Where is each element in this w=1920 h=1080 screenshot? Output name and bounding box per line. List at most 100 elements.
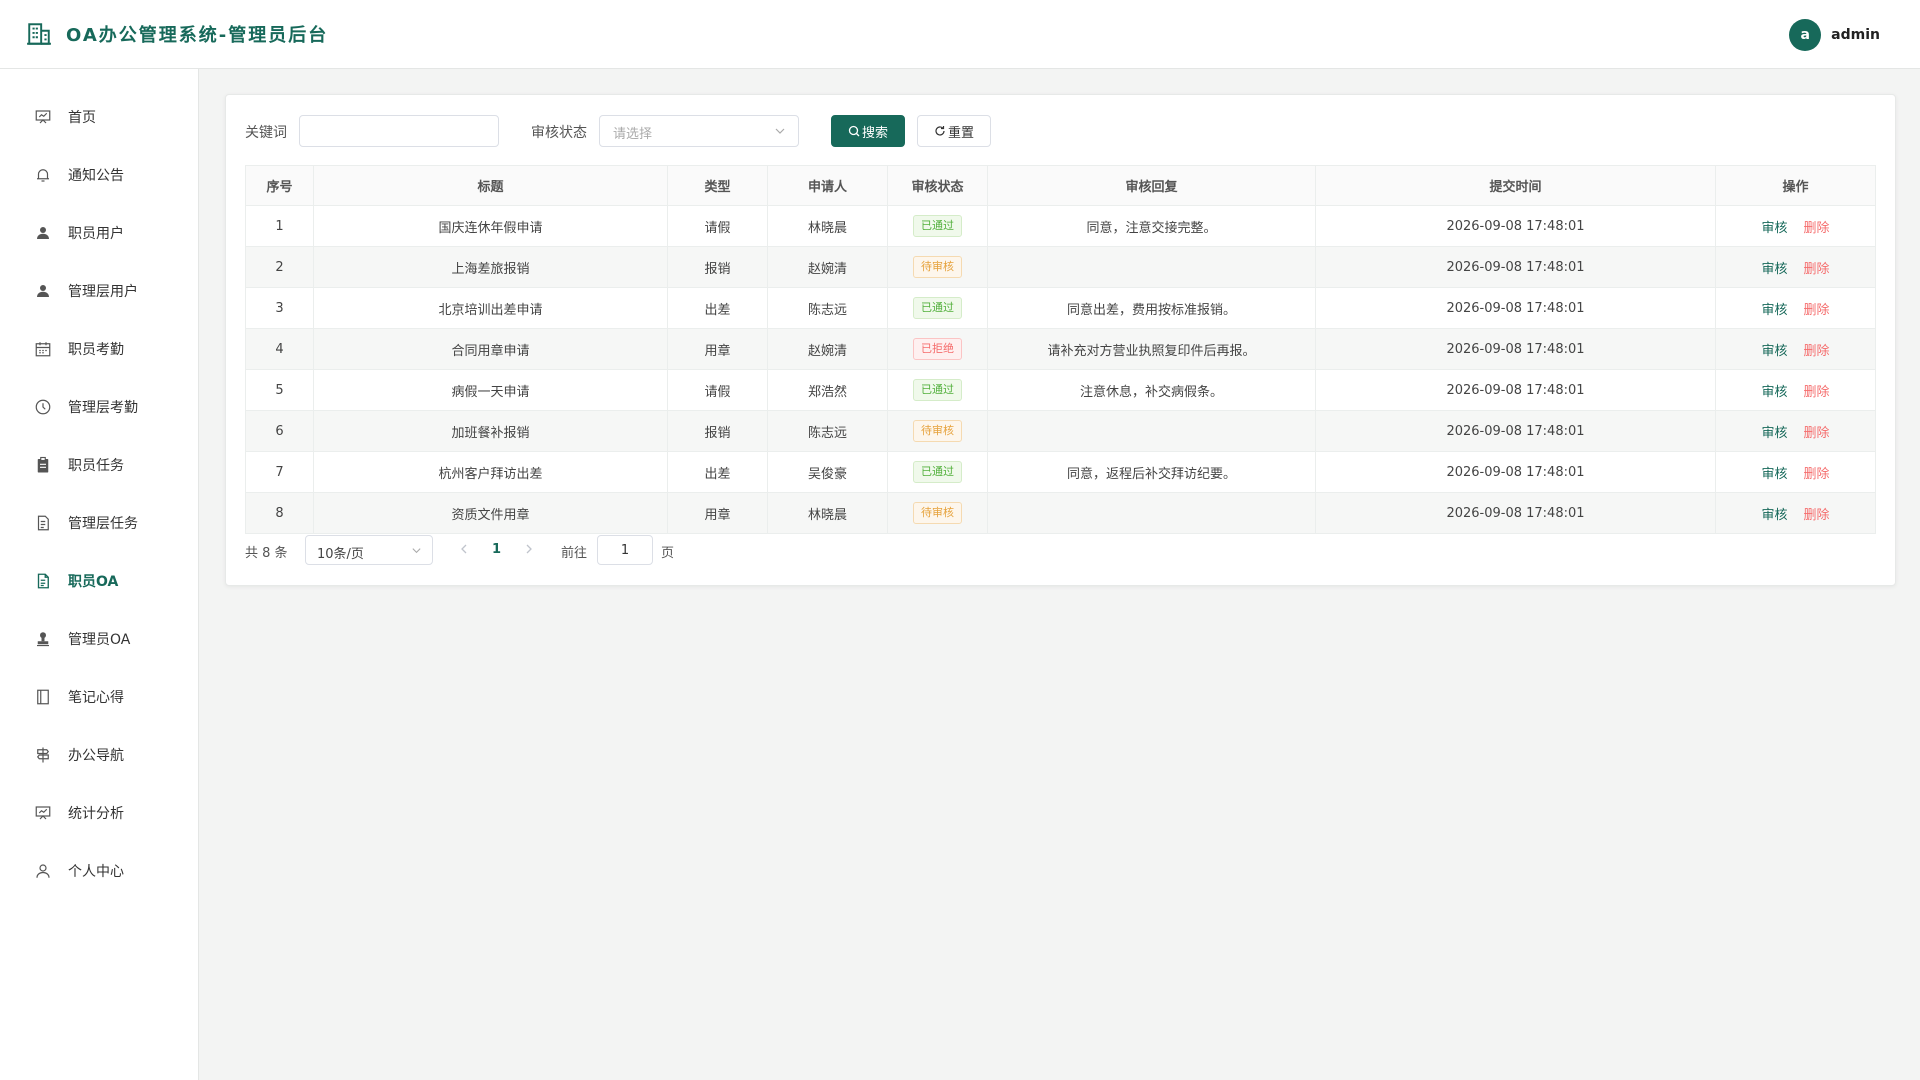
- reset-button[interactable]: 重置: [917, 115, 991, 147]
- cell-status: 待审核: [887, 492, 988, 534]
- table-row: 3 北京培训出差申请 出差 陈志远 已通过 同意出差，费用按标准报销。 2026…: [245, 287, 1876, 329]
- sidebar-item-staff-tasks[interactable]: 职员任务: [0, 443, 199, 487]
- sidebar-item-notice[interactable]: 通知公告: [0, 153, 199, 197]
- cell-actions: 审核 删除: [1715, 287, 1876, 329]
- cell-time: 2026-09-08 17:48:01: [1315, 246, 1716, 288]
- status-badge: 待审核: [913, 502, 962, 524]
- delete-button[interactable]: 删除: [1804, 344, 1830, 359]
- audit-button[interactable]: 审核: [1761, 221, 1787, 236]
- page-size-select[interactable]: 10条/页: [305, 535, 433, 565]
- column-header-applicant: 申请人: [767, 165, 888, 206]
- signpost-icon: [36, 747, 50, 763]
- search-button[interactable]: 搜索: [831, 115, 905, 147]
- cell-time: 2026-09-08 17:48:01: [1315, 328, 1716, 370]
- cell-status: 已拒绝: [887, 328, 988, 370]
- delete-button[interactable]: 删除: [1804, 467, 1830, 482]
- sidebar-item-statistics[interactable]: 统计分析: [0, 791, 199, 835]
- cell-reply: 请补充对方营业执照复印件后再报。: [987, 328, 1316, 370]
- oa-table: 序号 标题 类型 申请人 审核状态 审核回复 提交时间 操作 1 国庆连休年假申…: [245, 165, 1876, 534]
- cell-status: 待审核: [887, 410, 988, 452]
- sidebar-item-staff-users[interactable]: 职员用户: [0, 211, 199, 255]
- user-menu[interactable]: a admin: [1789, 0, 1880, 69]
- page-number-current[interactable]: 1: [492, 542, 501, 557]
- building-icon: [27, 23, 51, 45]
- chevron-left-icon[interactable]: [458, 543, 470, 555]
- sidebar-item-staff-oa[interactable]: 职员OA: [0, 559, 199, 603]
- audit-button[interactable]: 审核: [1761, 508, 1787, 523]
- sidebar-item-staff-attendance[interactable]: 职员考勤: [0, 327, 199, 371]
- audit-button[interactable]: 审核: [1761, 262, 1787, 277]
- audit-button[interactable]: 审核: [1761, 303, 1787, 318]
- sidebar-item-label: 管理层用户: [68, 284, 138, 300]
- cell-type: 出差: [667, 287, 768, 329]
- cell-reply: 同意，返程后补交拜访纪要。: [987, 451, 1316, 493]
- user-icon: [36, 864, 50, 878]
- cell-type: 请假: [667, 369, 768, 411]
- cell-applicant: 林晓晨: [767, 492, 888, 534]
- pagination-total: 共 8 条: [245, 546, 288, 561]
- cell-title: 病假一天申请: [313, 369, 668, 411]
- stamp-icon: [37, 632, 49, 647]
- status-badge: 已通过: [913, 461, 962, 483]
- audit-button[interactable]: 审核: [1761, 344, 1787, 359]
- cell-title: 合同用章申请: [313, 328, 668, 370]
- delete-button[interactable]: 删除: [1804, 303, 1830, 318]
- column-header-type: 类型: [667, 165, 768, 206]
- refresh-icon: [935, 126, 945, 136]
- cell-actions: 审核 删除: [1715, 246, 1876, 288]
- audit-button[interactable]: 审核: [1761, 467, 1787, 482]
- user-icon: [37, 285, 49, 297]
- status-badge: 已通过: [913, 379, 962, 401]
- cell-actions: 审核 删除: [1715, 328, 1876, 370]
- cell-applicant: 林晓晨: [767, 205, 888, 247]
- column-header-time: 提交时间: [1315, 165, 1716, 206]
- sidebar-item-manager-users[interactable]: 管理层用户: [0, 269, 199, 313]
- cell-actions: 审核 删除: [1715, 492, 1876, 534]
- cell-no: 1: [245, 205, 314, 247]
- document-icon: [37, 573, 49, 589]
- sidebar-item-label: 通知公告: [68, 168, 124, 184]
- cell-actions: 审核 删除: [1715, 369, 1876, 411]
- cell-title: 上海差旅报销: [313, 246, 668, 288]
- sidebar-item-label: 统计分析: [68, 806, 124, 822]
- page-size-value: 10条/页: [317, 547, 364, 562]
- username[interactable]: admin: [1831, 27, 1880, 43]
- search-button-label: 搜索: [861, 125, 888, 141]
- sidebar-item-profile[interactable]: 个人中心: [0, 849, 199, 893]
- column-header-no: 序号: [245, 165, 314, 206]
- status-badge: 已通过: [913, 297, 962, 319]
- cell-time: 2026-09-08 17:48:01: [1315, 451, 1716, 493]
- status-badge: 待审核: [913, 256, 962, 278]
- sidebar-item-label: 职员考勤: [68, 342, 124, 358]
- avatar[interactable]: a: [1789, 18, 1822, 51]
- cell-reply: [987, 410, 1316, 452]
- delete-button[interactable]: 删除: [1804, 508, 1830, 523]
- delete-button[interactable]: 删除: [1804, 385, 1830, 400]
- delete-button[interactable]: 删除: [1804, 221, 1830, 236]
- sidebar-item-label: 职员OA: [68, 574, 119, 590]
- keyword-input[interactable]: [299, 115, 499, 147]
- page-suffix: 页: [661, 546, 675, 561]
- sidebar-item-office-nav[interactable]: 办公导航: [0, 733, 199, 777]
- delete-button[interactable]: 删除: [1804, 426, 1830, 441]
- cell-reply: [987, 246, 1316, 288]
- audit-button[interactable]: 审核: [1761, 426, 1787, 441]
- sidebar-item-home[interactable]: 首页: [0, 95, 199, 139]
- clipboard-icon: [37, 456, 49, 473]
- cell-status: 待审核: [887, 246, 988, 288]
- sidebar-item-admin-oa[interactable]: 管理员OA: [0, 617, 199, 661]
- cell-applicant: 赵婉清: [767, 328, 888, 370]
- sidebar-item-manager-attendance[interactable]: 管理层考勤: [0, 385, 199, 429]
- sidebar-item-label: 笔记心得: [68, 690, 124, 706]
- cell-time: 2026-09-08 17:48:01: [1315, 410, 1716, 452]
- audit-button[interactable]: 审核: [1761, 385, 1787, 400]
- chevron-right-icon[interactable]: [523, 543, 535, 555]
- sidebar-item-manager-tasks[interactable]: 管理层任务: [0, 501, 199, 545]
- sidebar-item-notes[interactable]: 笔记心得: [0, 675, 199, 719]
- goto-page-input[interactable]: [597, 535, 653, 565]
- app-title: OA办公管理系统-管理员后台: [66, 25, 329, 46]
- delete-button[interactable]: 删除: [1804, 262, 1830, 277]
- column-header-title: 标题: [313, 165, 668, 206]
- cell-status: 已通过: [887, 451, 988, 493]
- status-select[interactable]: 请选择: [599, 115, 799, 147]
